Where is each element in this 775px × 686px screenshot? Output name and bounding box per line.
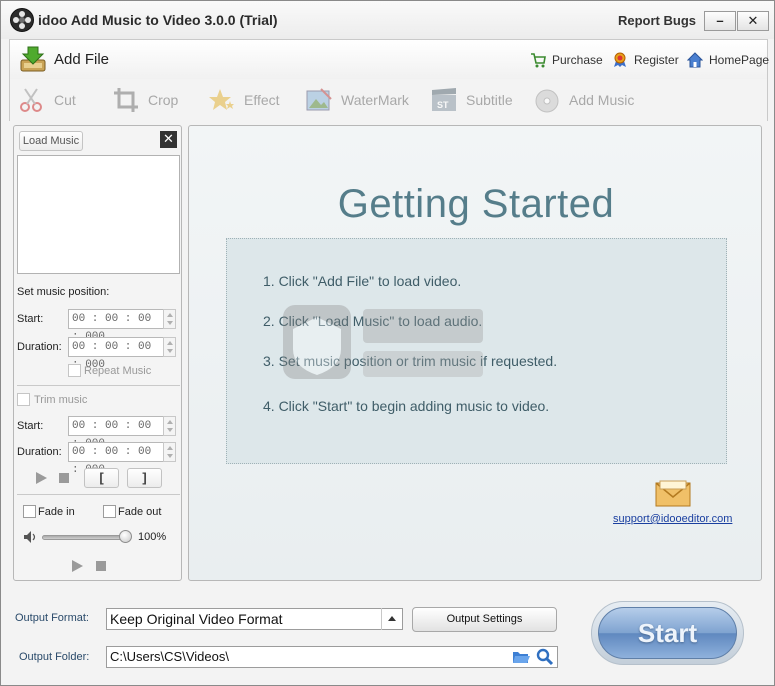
speaker-icon[interactable] — [24, 531, 38, 543]
duration-label: Duration: — [17, 341, 62, 353]
music-list[interactable] — [17, 155, 180, 274]
output-format-label: Output Format: — [15, 612, 89, 624]
subtitle-button[interactable]: ST Subtitle — [430, 85, 513, 115]
report-bugs-link[interactable]: Report Bugs — [618, 13, 696, 28]
watermark-image-icon — [306, 88, 332, 111]
subtitle-label: Subtitle — [466, 92, 513, 108]
minimize-button[interactable]: – — [704, 11, 736, 31]
svg-text:ST: ST — [437, 100, 449, 110]
step-1: 1. Click "Add File" to load video. — [263, 273, 462, 289]
homepage-link[interactable]: HomePage — [687, 52, 769, 68]
load-music-button[interactable]: Load Music — [19, 131, 83, 151]
start-time-input[interactable]: 00 : 00 : 00 : 000 — [68, 309, 165, 343]
getting-started-panel: Getting Started 1. Click "Add File" to l… — [188, 125, 762, 581]
feature-toolbar: Cut Crop Effect WaterMark ST Subtitle Ad… — [9, 79, 768, 121]
cut-label: Cut — [54, 92, 76, 108]
start-label: Start: — [17, 313, 44, 325]
volume-slider-track[interactable] — [42, 535, 127, 540]
register-label: Register — [634, 53, 679, 67]
close-button[interactable]: ✕ — [737, 11, 769, 31]
output-folder-label: Output Folder: — [19, 651, 90, 663]
register-link[interactable]: Register — [612, 52, 679, 68]
duration-time-input[interactable]: 00 : 00 : 00 : 000 — [68, 337, 165, 371]
mark-in-button[interactable]: [ — [84, 468, 119, 488]
add-file-label: Add File — [54, 50, 110, 68]
search-icon[interactable] — [536, 648, 554, 666]
steps-box: 1. Click "Add File" to load video. 2. Cl… — [226, 238, 727, 464]
fade-in-label: Fade in — [38, 506, 75, 518]
trim-start-label: Start: — [17, 420, 44, 432]
repeat-music-label: Repeat Music — [84, 365, 152, 377]
scissors-icon — [20, 88, 42, 112]
getting-started-title: Getting Started — [337, 182, 615, 226]
trim-play-icon[interactable] — [36, 472, 47, 484]
trim-music-checkbox[interactable] — [17, 393, 30, 406]
envelope-icon[interactable] — [655, 480, 693, 508]
site-watermark-icon — [283, 305, 483, 379]
award-ribbon-icon — [614, 52, 626, 67]
music-panel: Load Music ✕ Set music position: Start: … — [13, 125, 182, 581]
fade-in-checkbox[interactable] — [23, 505, 36, 518]
fade-out-checkbox[interactable] — [103, 505, 116, 518]
folder-open-icon[interactable] — [512, 650, 530, 664]
start-button-frame: Start — [591, 601, 744, 665]
repeat-music-checkbox[interactable] — [68, 364, 81, 377]
add-music-label: Add Music — [569, 92, 635, 108]
film-reel-logo-icon — [10, 8, 34, 32]
watermark-button[interactable]: WaterMark — [305, 85, 409, 115]
crop-label: Crop — [148, 92, 179, 108]
effect-button[interactable]: Effect — [208, 85, 280, 115]
fade-out-label: Fade out — [118, 506, 162, 518]
trim-duration-input[interactable]: 00 : 00 : 00 : 000 — [68, 442, 165, 476]
main-toolbar: Add File Purchase Register HomePage — [9, 39, 769, 79]
purchase-label: Purchase — [552, 53, 603, 67]
volume-slider-handle[interactable] — [119, 530, 132, 543]
duration-time-spinner[interactable] — [163, 337, 176, 357]
window-title: idoo Add Music to Video 3.0.0 (Trial) — [38, 12, 278, 28]
add-file-button[interactable]: Add File — [18, 43, 109, 75]
add-file-icon — [20, 46, 46, 72]
sparkle-stars-icon — [209, 89, 234, 110]
chevron-up-icon[interactable] — [381, 608, 403, 630]
trim-stop-icon[interactable] — [59, 473, 69, 483]
output-format-select[interactable]: Keep Original Video Format — [106, 608, 403, 630]
crop-button[interactable]: Crop — [112, 85, 178, 115]
divider — [17, 385, 180, 386]
panel-close-icon[interactable]: ✕ — [160, 131, 177, 148]
support-email-link[interactable]: support@idooeditor.com — [613, 513, 732, 525]
preview-stop-icon[interactable] — [96, 561, 106, 571]
cut-button[interactable]: Cut — [18, 85, 76, 115]
mark-out-button[interactable]: ] — [127, 468, 162, 488]
preview-play-icon[interactable] — [72, 560, 83, 572]
divider — [17, 494, 180, 495]
start-time-spinner[interactable] — [163, 309, 176, 329]
set-music-position-label: Set music position: — [17, 286, 110, 298]
step-4: 4. Click "Start" to begin adding music t… — [263, 398, 550, 414]
effect-label: Effect — [244, 92, 280, 108]
start-button[interactable]: Start — [598, 607, 737, 659]
app-window: idoo Add Music to Video 3.0.0 (Trial) Re… — [0, 0, 775, 686]
volume-value: 100% — [138, 531, 167, 543]
watermark-label: WaterMark — [341, 92, 409, 108]
trim-start-input[interactable]: 00 : 00 : 00 : 000 — [68, 416, 165, 450]
purchase-link[interactable]: Purchase — [530, 52, 603, 68]
add-music-feature-button[interactable]: Add Music — [533, 85, 634, 115]
trim-start-spinner[interactable] — [163, 416, 176, 436]
crop-icon — [114, 88, 138, 112]
shopping-cart-icon — [531, 53, 546, 68]
trim-music-label: Trim music — [34, 394, 88, 406]
output-folder-input[interactable]: C:\Users\CS\Videos\ — [106, 646, 558, 668]
homepage-label: HomePage — [709, 53, 770, 67]
output-settings-button[interactable]: Output Settings — [412, 607, 557, 632]
trim-duration-spinner[interactable] — [163, 442, 176, 462]
trim-duration-label: Duration: — [17, 446, 62, 458]
home-icon — [687, 52, 703, 68]
title-bar: idoo Add Music to Video 3.0.0 (Trial) Re… — [1, 1, 774, 39]
subtitle-clapper-icon: ST — [432, 88, 456, 111]
music-disc-icon — [535, 89, 559, 113]
